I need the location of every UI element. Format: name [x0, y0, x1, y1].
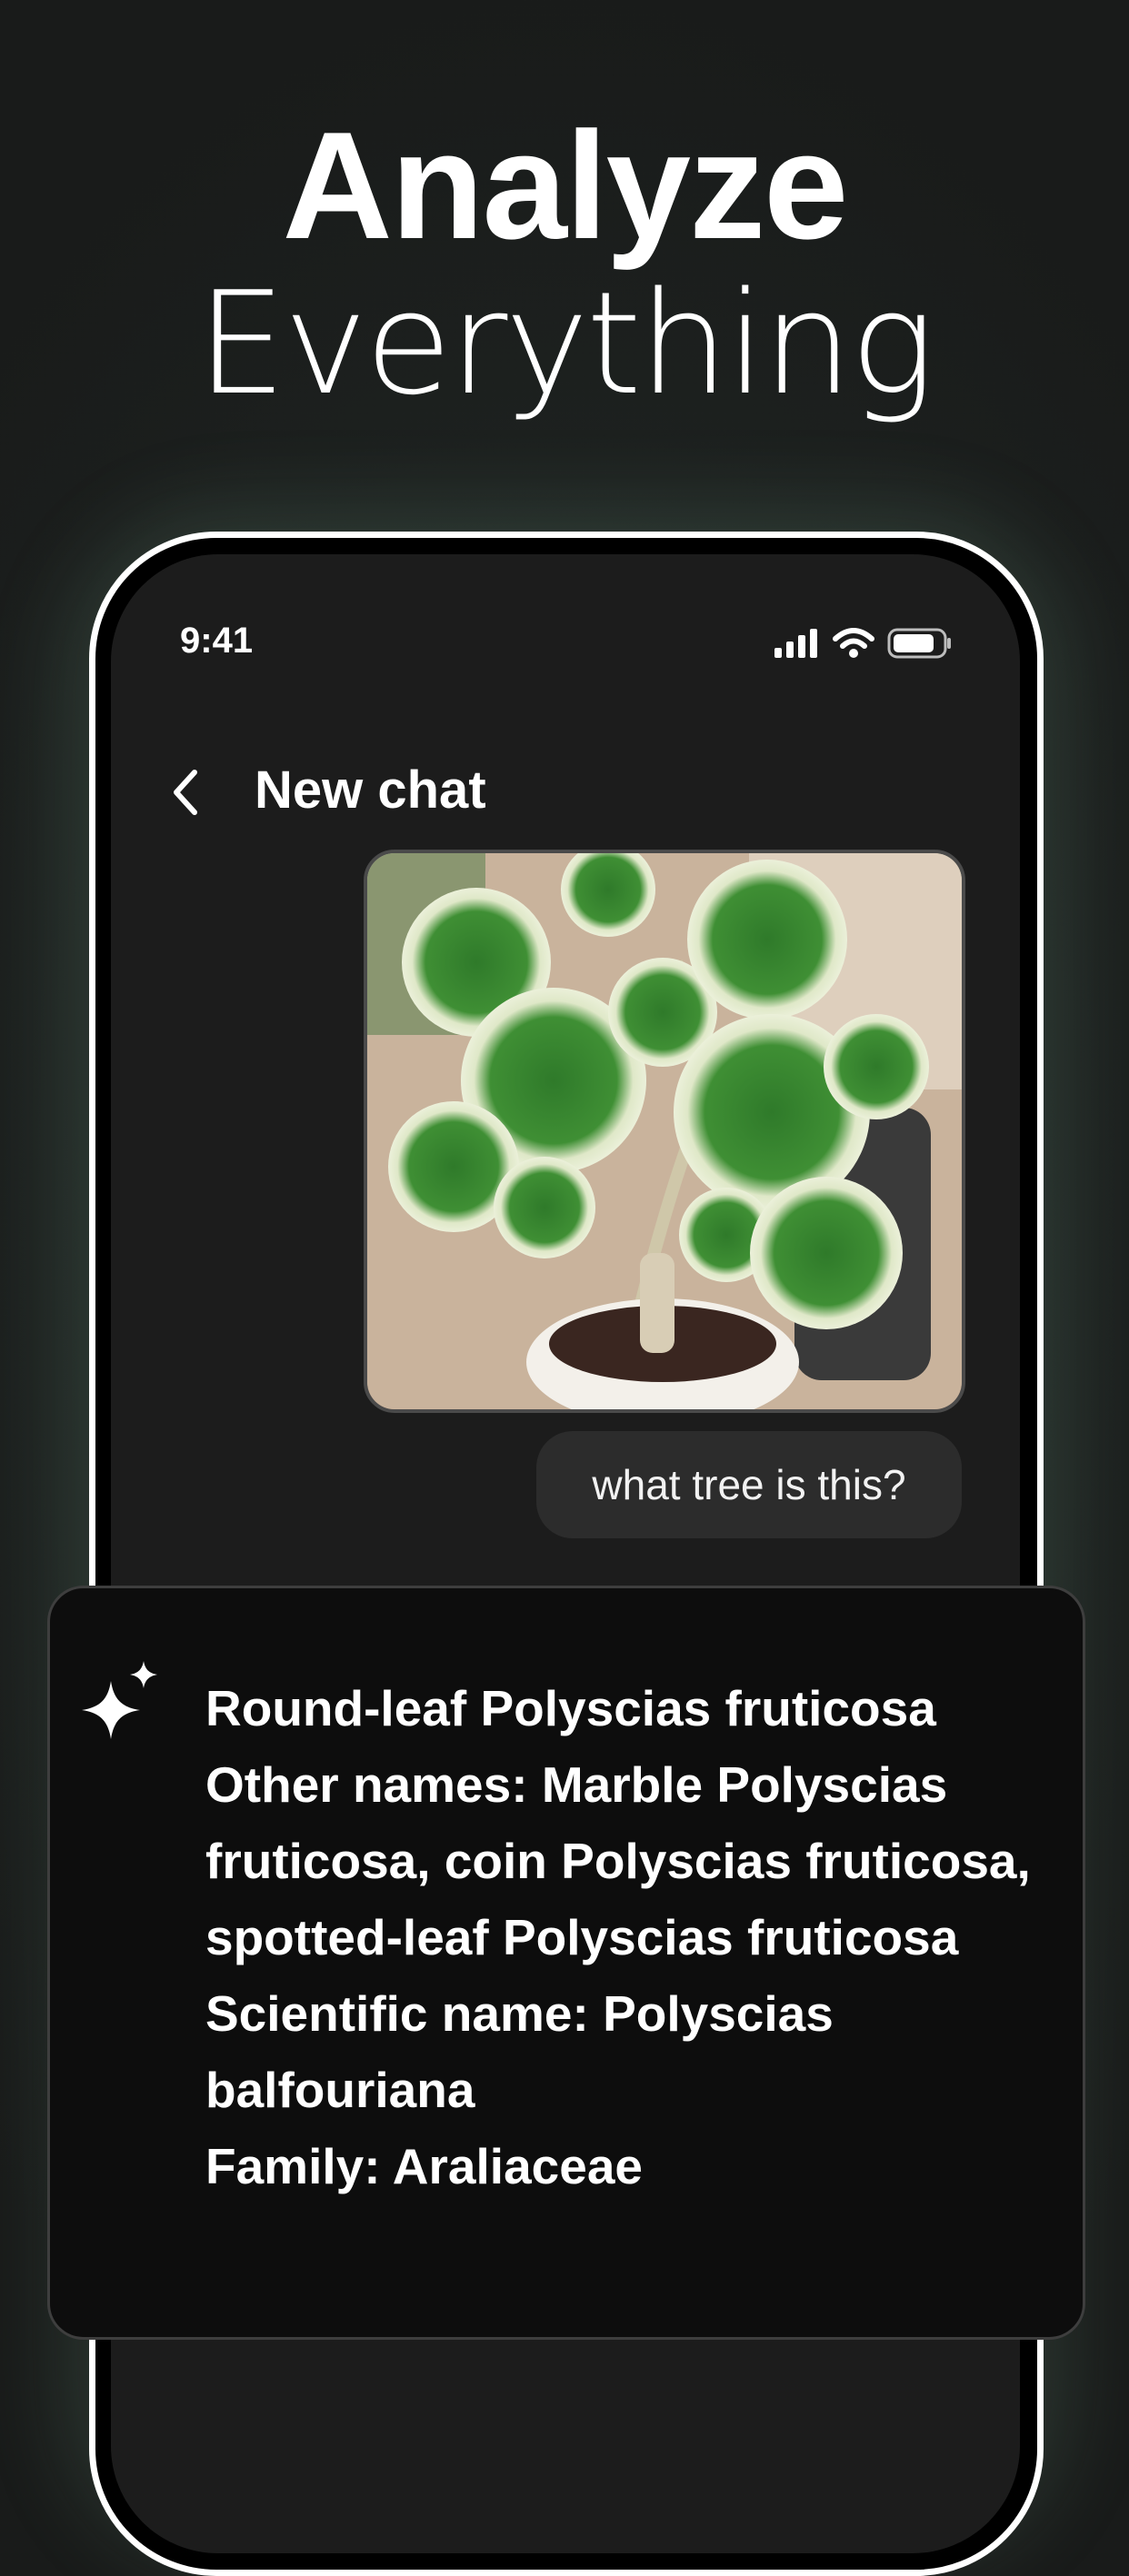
status-time: 9:41 [180, 621, 254, 661]
answer-line-scientific-name: Scientific name: Polyscias balfouriana [205, 1985, 834, 2118]
chevron-left-icon[interactable] [165, 765, 205, 820]
status-icons [773, 625, 953, 661]
user-message-bubble[interactable]: what tree is this? [536, 1431, 962, 1538]
answer-line-title: Round-leaf Polyscias fruticosa [205, 1680, 936, 1736]
plant-photo[interactable] [364, 850, 965, 1413]
headline-subtitle: Everything [196, 261, 934, 426]
signal-icon [774, 629, 817, 658]
answer-text: Round-leaf Polyscias fruticosa Other nam… [205, 1670, 1042, 2204]
battery-icon [887, 628, 951, 659]
plant-illustration [367, 853, 962, 1409]
page-title: New chat [255, 761, 486, 820]
wifi-icon [833, 628, 874, 658]
sparkle-icon [82, 1661, 157, 1739]
answer-line-other-names: Other names: Marble Polyscias fruticosa,… [205, 1756, 1031, 1965]
answer-line-family: Family: Araliaceae [205, 2138, 644, 2194]
headline-title: Analyze [282, 100, 849, 271]
